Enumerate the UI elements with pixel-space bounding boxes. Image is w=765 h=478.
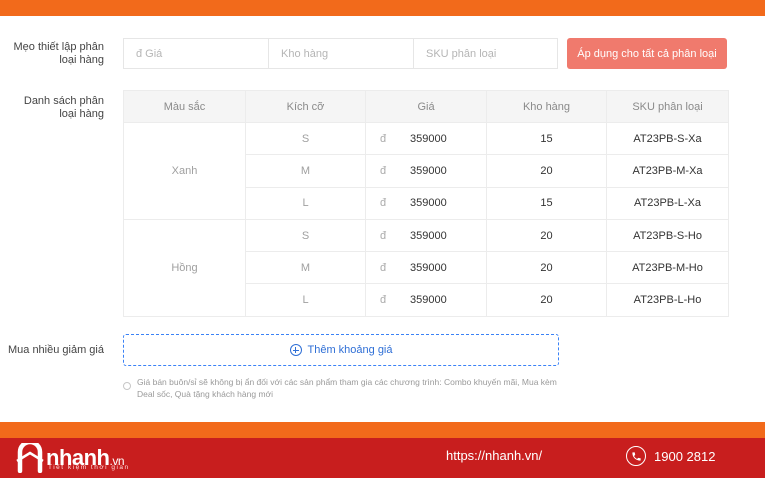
price-cell[interactable]: đ 359000 bbox=[365, 154, 487, 188]
plus-circle-icon bbox=[289, 344, 302, 356]
add-price-range-label: Thêm khoảng giá bbox=[307, 344, 393, 356]
price-input[interactable]: đ Giá bbox=[123, 38, 269, 69]
add-price-range-button[interactable]: Thêm khoảng giá bbox=[123, 334, 559, 366]
website-link[interactable]: https://nhanh.vn/ bbox=[446, 448, 542, 463]
info-icon bbox=[123, 382, 131, 390]
price-value: 359000 bbox=[410, 261, 447, 274]
sku-cell[interactable]: AT23PB-M-Xa bbox=[606, 154, 729, 188]
bulk-discount-label: Mua nhiều giảm giá bbox=[7, 344, 104, 356]
sku-cell[interactable]: AT23PB-L-Xa bbox=[606, 186, 729, 220]
header-color: Màu sắc bbox=[123, 90, 246, 123]
footer-bar: nhanh.vn Tiết kiệm thời gian https://nha… bbox=[0, 438, 765, 478]
sku-cell[interactable]: AT23PB-L-Ho bbox=[606, 283, 729, 317]
header-size: Kích cỡ bbox=[245, 90, 366, 123]
footer-orange-band bbox=[0, 422, 765, 438]
price-cell[interactable]: đ 359000 bbox=[365, 186, 487, 220]
table-row: Hồng S đ 359000 20 AT23PB-S-Ho bbox=[123, 218, 729, 317]
sku-cell[interactable]: AT23PB-S-Xa bbox=[606, 121, 729, 156]
wholesale-note: Giá bán buôn/sỉ sẽ không bị ẩn đối với c… bbox=[137, 377, 557, 399]
stock-cell[interactable]: 15 bbox=[486, 186, 607, 220]
currency-symbol: đ bbox=[380, 294, 387, 307]
header-stock: Kho hàng bbox=[486, 90, 607, 123]
price-value: 359000 bbox=[410, 197, 447, 210]
sku-cell[interactable]: AT23PB-M-Ho bbox=[606, 251, 729, 285]
color-cell: Xanh bbox=[123, 122, 246, 220]
size-cell: S bbox=[245, 218, 366, 253]
size-cell: M bbox=[245, 251, 366, 285]
phone-number: 1900 2812 bbox=[654, 448, 716, 464]
size-cell: L bbox=[245, 186, 366, 220]
stock-input[interactable]: Kho hàng bbox=[268, 38, 414, 69]
variant-table: Màu sắc Kích cỡ Giá Kho hàng SKU phân lo… bbox=[123, 90, 729, 317]
header-sku: SKU phân loại bbox=[606, 90, 729, 123]
size-cell: M bbox=[245, 154, 366, 188]
header-price: Giá bbox=[365, 90, 487, 123]
apply-all-button[interactable]: Áp dụng cho tất cả phân loại bbox=[567, 38, 727, 69]
price-value: 359000 bbox=[410, 294, 447, 307]
stock-cell[interactable]: 20 bbox=[486, 218, 607, 253]
top-orange-band bbox=[0, 0, 765, 16]
sku-cell[interactable]: AT23PB-S-Ho bbox=[606, 218, 729, 253]
stock-cell[interactable]: 20 bbox=[486, 251, 607, 285]
price-value: 359000 bbox=[410, 164, 447, 177]
phone-icon bbox=[626, 446, 646, 466]
color-cell: Hồng bbox=[123, 218, 246, 317]
variant-list-label: Danh sách phân loại hàng bbox=[23, 95, 104, 120]
stock-cell[interactable]: 20 bbox=[486, 283, 607, 317]
table-row: Xanh S đ 359000 15 AT23PB-S-Xa bbox=[123, 121, 729, 220]
currency-symbol: đ bbox=[380, 164, 387, 177]
phone-glyph bbox=[631, 451, 641, 461]
price-cell[interactable]: đ 359000 bbox=[365, 218, 487, 253]
brand-tagline: Tiết kiệm thời gian bbox=[48, 464, 130, 471]
currency-symbol: đ bbox=[380, 132, 387, 145]
setup-tip-label: Mẹo thiết lập phân loại hàng bbox=[13, 41, 104, 66]
hotline[interactable]: 1900 2812 bbox=[626, 446, 715, 466]
stock-cell[interactable]: 20 bbox=[486, 154, 607, 188]
price-cell[interactable]: đ 359000 bbox=[365, 121, 487, 156]
stock-cell[interactable]: 15 bbox=[486, 121, 607, 156]
price-value: 359000 bbox=[410, 132, 447, 145]
currency-symbol: đ bbox=[380, 197, 387, 210]
size-cell: S bbox=[245, 121, 366, 156]
currency-symbol: đ bbox=[380, 261, 387, 274]
sku-input[interactable]: SKU phân loại bbox=[413, 38, 558, 69]
currency-symbol: đ bbox=[380, 229, 387, 242]
size-cell: L bbox=[245, 283, 366, 317]
price-cell[interactable]: đ 359000 bbox=[365, 283, 487, 317]
price-cell[interactable]: đ 359000 bbox=[365, 251, 487, 285]
divider bbox=[0, 410, 765, 422]
nhanh-logo-icon bbox=[16, 443, 44, 473]
price-value: 359000 bbox=[410, 229, 447, 242]
